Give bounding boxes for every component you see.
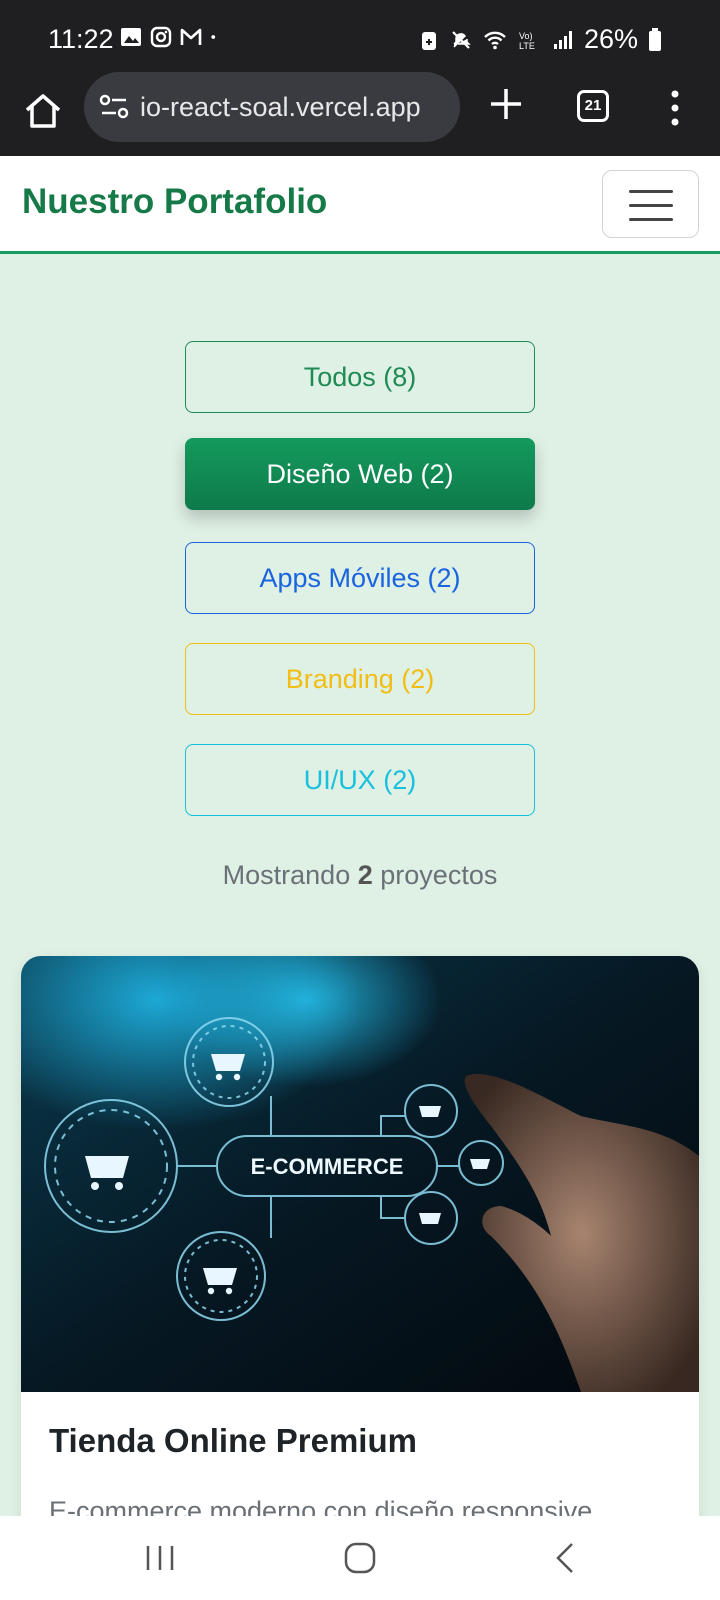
hamburger-line xyxy=(629,218,673,221)
site-settings-icon[interactable] xyxy=(98,93,130,121)
svg-text:LTE: LTE xyxy=(519,41,535,51)
new-tab-icon[interactable] xyxy=(486,84,526,124)
home-nav-icon[interactable] xyxy=(338,1536,382,1580)
image-label: E-COMMERCE xyxy=(251,1154,404,1179)
results-prefix: Mostrando xyxy=(222,860,351,890)
project-image: E-COMMERCE xyxy=(21,956,699,1392)
status-bar: 11:22 Vo) LTE 26% xyxy=(0,0,720,80)
project-card[interactable]: E-COMMERCE Tienda Online Premium E-comme… xyxy=(21,956,699,1576)
hamburger-line xyxy=(629,190,673,193)
instagram-icon xyxy=(150,26,172,48)
volte-icon: Vo)LTE xyxy=(519,31,535,51)
mute-icon xyxy=(452,30,471,49)
dot-icon xyxy=(211,35,216,39)
back-icon[interactable] xyxy=(544,1536,588,1580)
project-title: Tienda Online Premium xyxy=(49,1422,417,1459)
address-bar[interactable]: io-react-soal.vercel.app xyxy=(84,72,460,142)
filter-ui-ux-button[interactable]: UI/UX (2) xyxy=(185,744,535,816)
filter-all-button[interactable]: Todos (8) xyxy=(185,341,535,413)
navbar-brand[interactable]: Nuestro Portafolio xyxy=(22,182,327,222)
results-number: 2 xyxy=(357,860,373,890)
system-status-icons: Vo) LTE 26% xyxy=(418,24,662,55)
filter-branding-button[interactable]: Branding (2) xyxy=(185,643,535,715)
more-options-icon[interactable] xyxy=(668,88,682,128)
hamburger-line xyxy=(629,204,673,207)
status-time: 11:22 xyxy=(48,24,114,54)
gmail-icon xyxy=(180,28,202,45)
image-icon xyxy=(121,28,141,46)
browser-toolbar: io-react-soal.vercel.app 21 xyxy=(0,72,720,156)
wifi-icon xyxy=(484,31,506,49)
navbar-toggler-button[interactable] xyxy=(602,170,699,238)
svg-text:Vo): Vo) xyxy=(519,31,533,41)
filter-mobile-apps-button[interactable]: Apps Móviles (2) xyxy=(185,542,535,614)
filter-web-design-button[interactable]: Diseño Web (2) xyxy=(185,438,535,510)
system-navigation-bar xyxy=(0,1516,720,1600)
results-count: Mostrando 2 proyectos xyxy=(0,860,720,891)
notification-icons xyxy=(120,26,222,48)
battery-icon xyxy=(649,27,661,51)
tab-switcher-button[interactable]: 21 xyxy=(577,90,609,122)
results-suffix: proyectos xyxy=(380,860,498,890)
battery-percent: 26% xyxy=(583,24,638,54)
signal-icon xyxy=(553,30,572,49)
home-icon[interactable] xyxy=(22,90,64,132)
battery-saver-icon xyxy=(421,31,436,50)
recent-apps-icon[interactable] xyxy=(138,1536,182,1580)
site-navbar: Nuestro Portafolio xyxy=(0,156,720,254)
url-text: io-react-soal.vercel.app xyxy=(140,91,421,122)
